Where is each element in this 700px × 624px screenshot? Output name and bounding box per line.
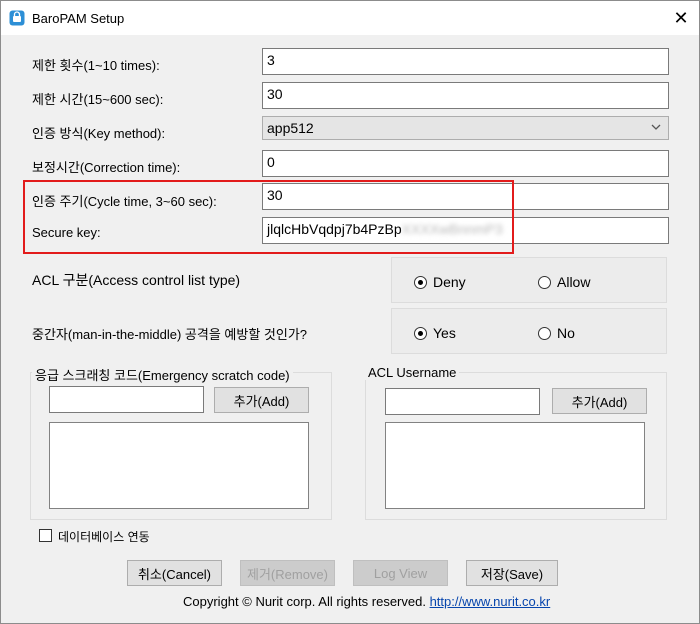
radio-dot[interactable]: [538, 326, 551, 340]
log-view-button[interactable]: Log View: [353, 560, 448, 586]
mitm-yes-label: Yes: [433, 325, 456, 341]
limit-time-input[interactable]: 30: [262, 82, 669, 109]
limit-count-input[interactable]: 3: [262, 48, 669, 75]
mitm-label: 중간자(man-in-the-middle) 공격을 예방할 것인가?: [32, 327, 308, 342]
radio-dot-selected[interactable]: [414, 275, 427, 289]
mitm-no-label: No: [557, 325, 575, 341]
acl-type-group: Deny Allow: [391, 257, 667, 303]
acl-add-button[interactable]: 추가(Add): [552, 388, 647, 414]
emergency-add-button[interactable]: 추가(Add): [214, 387, 309, 413]
website-link[interactable]: http://www.nurit.co.kr: [430, 594, 551, 609]
cancel-button[interactable]: 취소(Cancel): [127, 560, 222, 586]
title-bar: BaroPAM Setup ✕: [1, 1, 699, 35]
mitm-group: Yes No: [391, 308, 667, 354]
correction-time-label: 보정시간(Correction time):: [32, 160, 181, 175]
save-button[interactable]: 저장(Save): [466, 560, 558, 586]
setup-window: BaroPAM Setup ✕ 제한 횟수(1~10 times): 3 제한 …: [0, 0, 700, 624]
acl-username-input[interactable]: [385, 388, 540, 415]
acl-allow-label: Allow: [557, 274, 591, 290]
key-method-select[interactable]: app512: [262, 116, 669, 140]
limit-time-label: 제한 시간(15~600 sec):: [32, 92, 164, 107]
copyright-text: Copyright © Nurit corp. All rights reser…: [183, 594, 426, 609]
radio-dot[interactable]: [538, 275, 551, 289]
acl-username-legend: ACL Username: [365, 365, 460, 380]
acl-deny-label: Deny: [433, 274, 466, 290]
highlight-box: [23, 180, 514, 254]
db-link-checkbox[interactable]: [39, 529, 52, 542]
db-link-label: 데이터베이스 연동: [58, 530, 150, 544]
correction-time-input[interactable]: 0: [262, 150, 669, 177]
key-method-value: app512: [267, 120, 314, 136]
copyright-footer: Copyright © Nurit corp. All rights reser…: [183, 594, 550, 609]
acl-deny-radio[interactable]: Deny: [414, 274, 466, 290]
key-method-label: 인증 방식(Key method):: [32, 126, 166, 141]
window-title: BaroPAM Setup: [32, 11, 125, 26]
emergency-code-legend: 응급 스크래칭 코드(Emergency scratch code): [32, 365, 293, 384]
acl-type-label: ACL 구분(Access control list type): [32, 272, 241, 288]
radio-dot-selected[interactable]: [414, 326, 427, 340]
remove-button[interactable]: 제거(Remove): [240, 560, 335, 586]
chevron-down-icon[interactable]: [650, 119, 662, 135]
emergency-code-list[interactable]: [49, 422, 309, 509]
acl-allow-radio[interactable]: Allow: [538, 274, 590, 290]
close-icon[interactable]: ✕: [673, 8, 688, 29]
mitm-no-radio[interactable]: No: [538, 325, 575, 341]
acl-username-list[interactable]: [385, 422, 645, 509]
close-button[interactable]: ✕: [663, 1, 699, 35]
app-icon: [9, 10, 25, 26]
emergency-code-input[interactable]: [49, 386, 204, 413]
limit-count-label: 제한 횟수(1~10 times):: [32, 58, 160, 73]
mitm-yes-radio[interactable]: Yes: [414, 325, 456, 341]
